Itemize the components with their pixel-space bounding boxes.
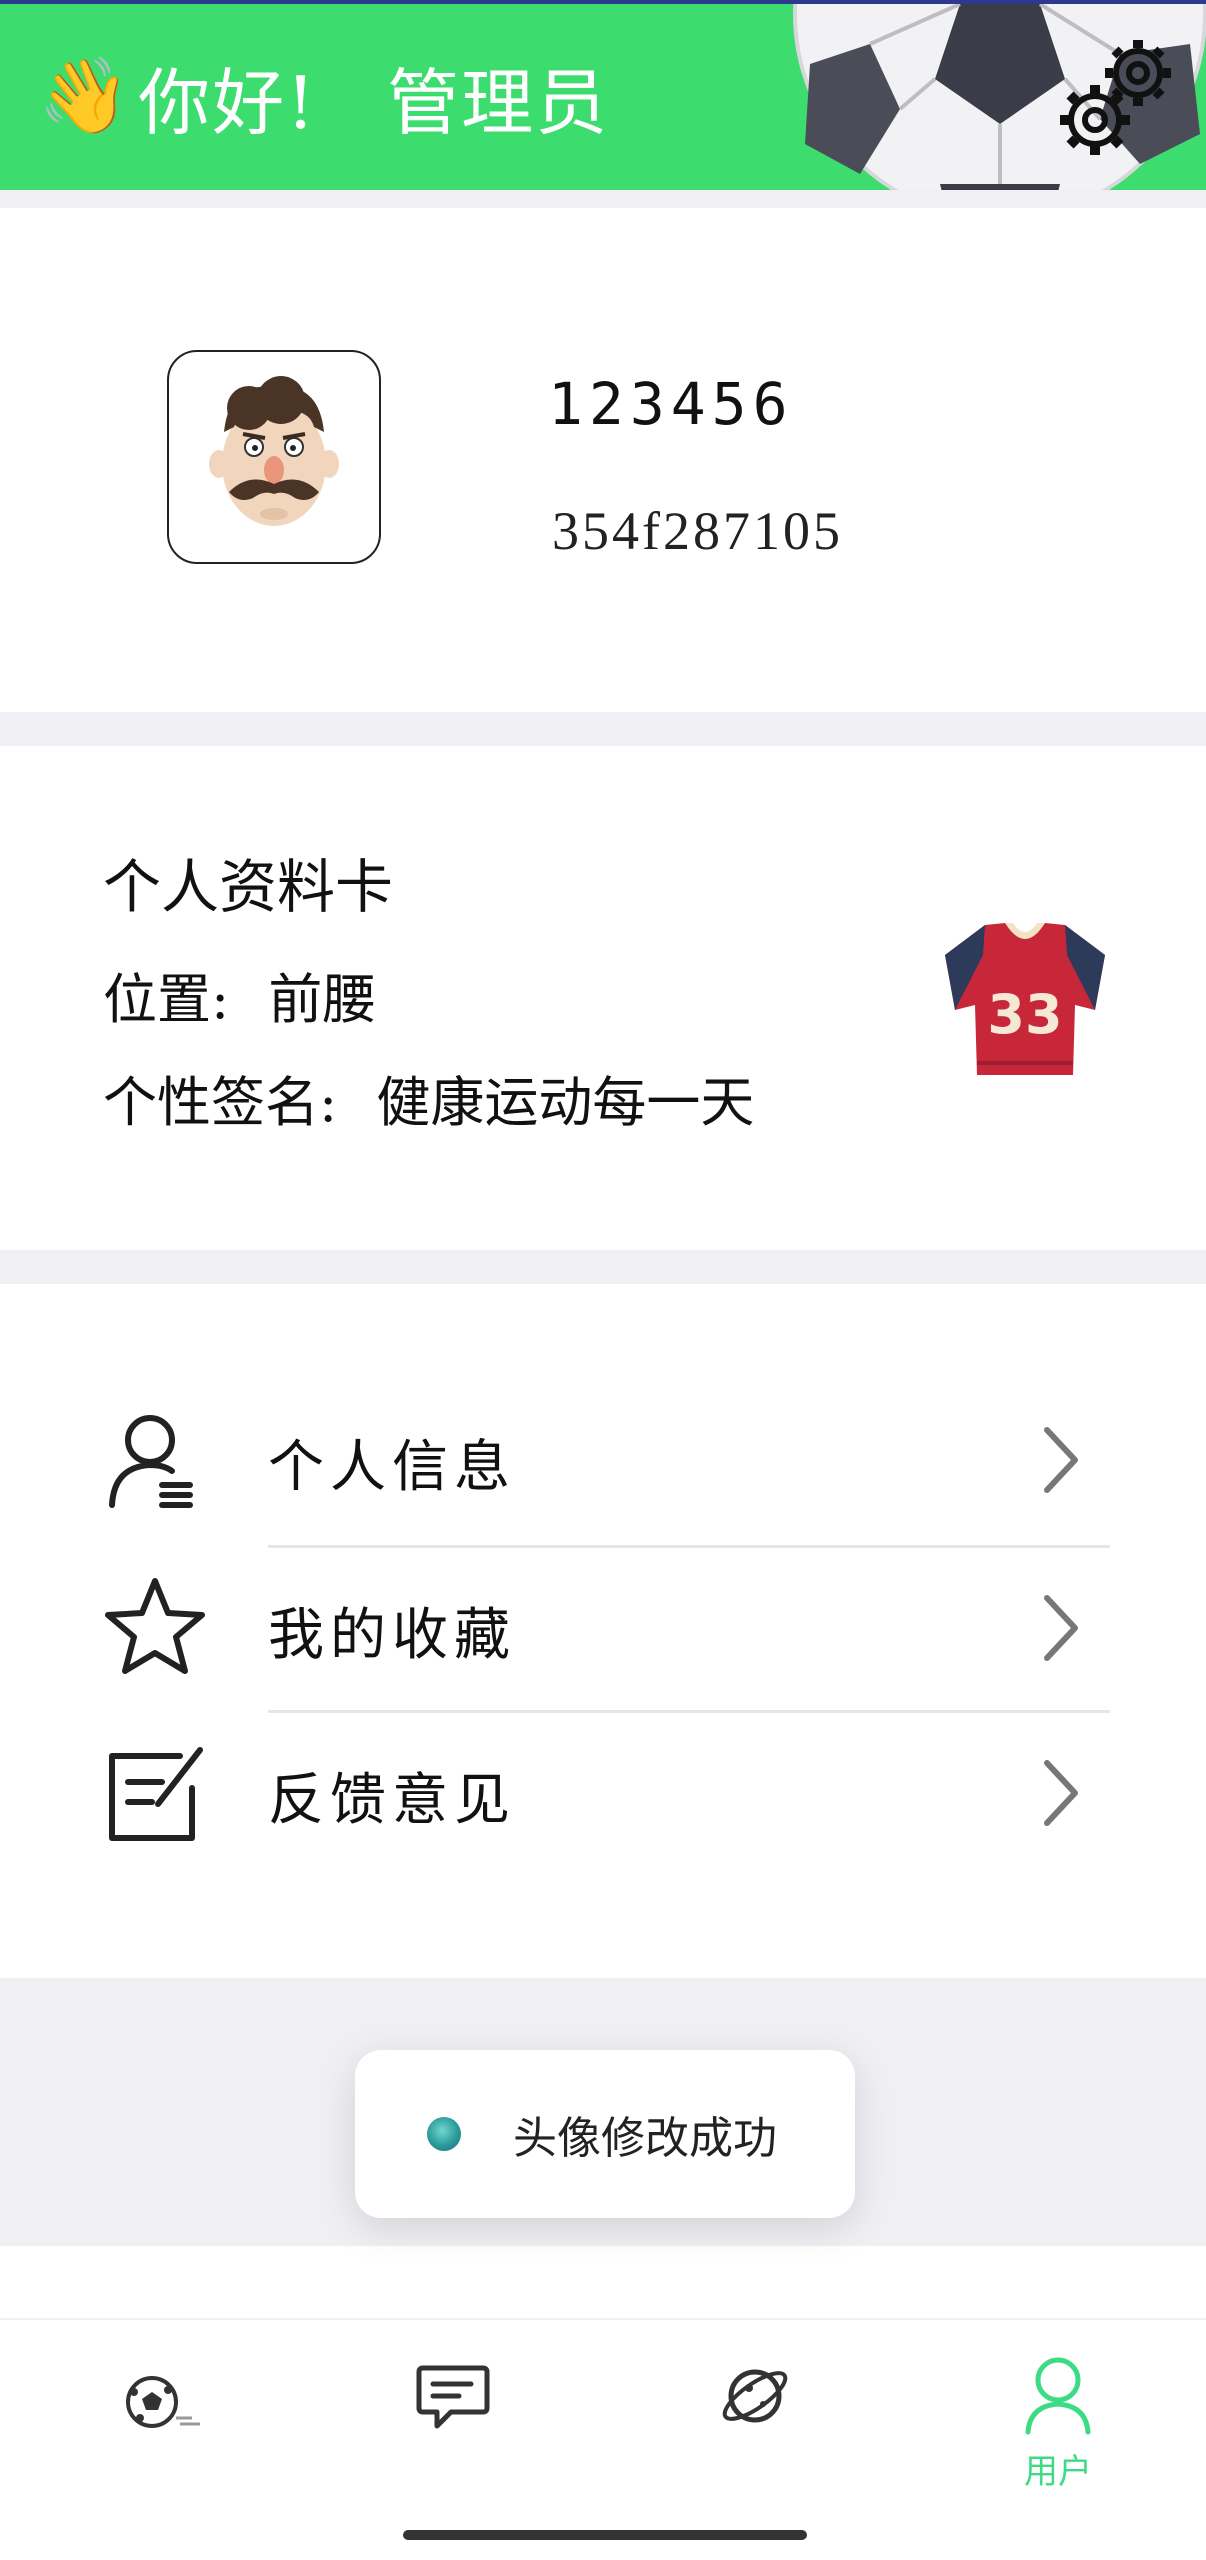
role-text: 管理员 <box>387 60 610 145</box>
tab-user-label: 用户 <box>1024 2452 1092 2492</box>
wave-emoji-icon: 👋 <box>38 52 133 139</box>
menu-item-feedback[interactable]: 反馈意见 <box>0 1713 1206 1873</box>
position-label: 位置: <box>103 968 230 1031</box>
star-icon <box>105 1578 205 1674</box>
user-icon <box>1025 2357 1091 2435</box>
greeting-text: 你好! <box>138 60 318 145</box>
toast-notification: 头像修改成功 <box>355 2050 855 2218</box>
position-value: 前腰 <box>268 968 377 1031</box>
avatar[interactable] <box>167 350 381 564</box>
tab-home[interactable] <box>60 2320 260 2500</box>
chevron-right-icon <box>1044 1760 1078 1826</box>
planet-icon <box>722 2369 788 2423</box>
edit-note-icon <box>109 1747 203 1841</box>
tab-discover[interactable] <box>655 2320 855 2500</box>
loading-dot-icon <box>427 2117 461 2151</box>
greeting: 👋 你好! 管理员 <box>38 46 609 146</box>
menu-item-favorites[interactable]: 我的收藏 <box>0 1548 1206 1708</box>
signature-label: 个性签名: <box>103 1071 338 1134</box>
settings-gear-icon[interactable] <box>1050 28 1180 168</box>
tab-user[interactable]: 用户 <box>958 2320 1158 2500</box>
card-position: 位置: 前腰 <box>103 955 376 1034</box>
section-separator <box>0 190 1206 208</box>
home-indicator[interactable] <box>403 2530 807 2540</box>
menu-label: 反馈意见 <box>268 1768 516 1833</box>
chevron-right-icon <box>1044 1595 1078 1661</box>
card-title: 个人资料卡 <box>103 853 394 921</box>
tab-messages[interactable] <box>353 2320 553 2500</box>
toast-message: 头像修改成功 <box>513 2113 777 2164</box>
chevron-right-icon <box>1044 1427 1078 1493</box>
card-signature: 个性签名: 健康运动每一天 <box>103 1058 754 1137</box>
section-separator <box>0 1250 1206 1284</box>
menu-item-personal-info[interactable]: 个人信息 <box>0 1380 1206 1540</box>
section-separator <box>0 712 1206 746</box>
profile-username: 123456 <box>548 370 794 438</box>
profile-user-id: 354f287105 <box>552 501 843 561</box>
avatar-face-icon <box>209 376 339 526</box>
top-header: 👋 你好! 管理员 <box>0 0 1206 190</box>
menu-label: 我的收藏 <box>268 1603 516 1668</box>
soccer-ball-icon <box>126 2376 200 2428</box>
chat-icon <box>416 2365 490 2429</box>
jersey-icon: 33 <box>945 923 1105 1075</box>
signature-value: 健康运动每一天 <box>376 1071 755 1134</box>
bottom-tab-bar: 用户 <box>0 2318 1206 2560</box>
user-profile-icon <box>109 1415 193 1508</box>
svg-text:33: 33 <box>987 983 1062 1046</box>
menu-label: 个人信息 <box>268 1435 516 1500</box>
